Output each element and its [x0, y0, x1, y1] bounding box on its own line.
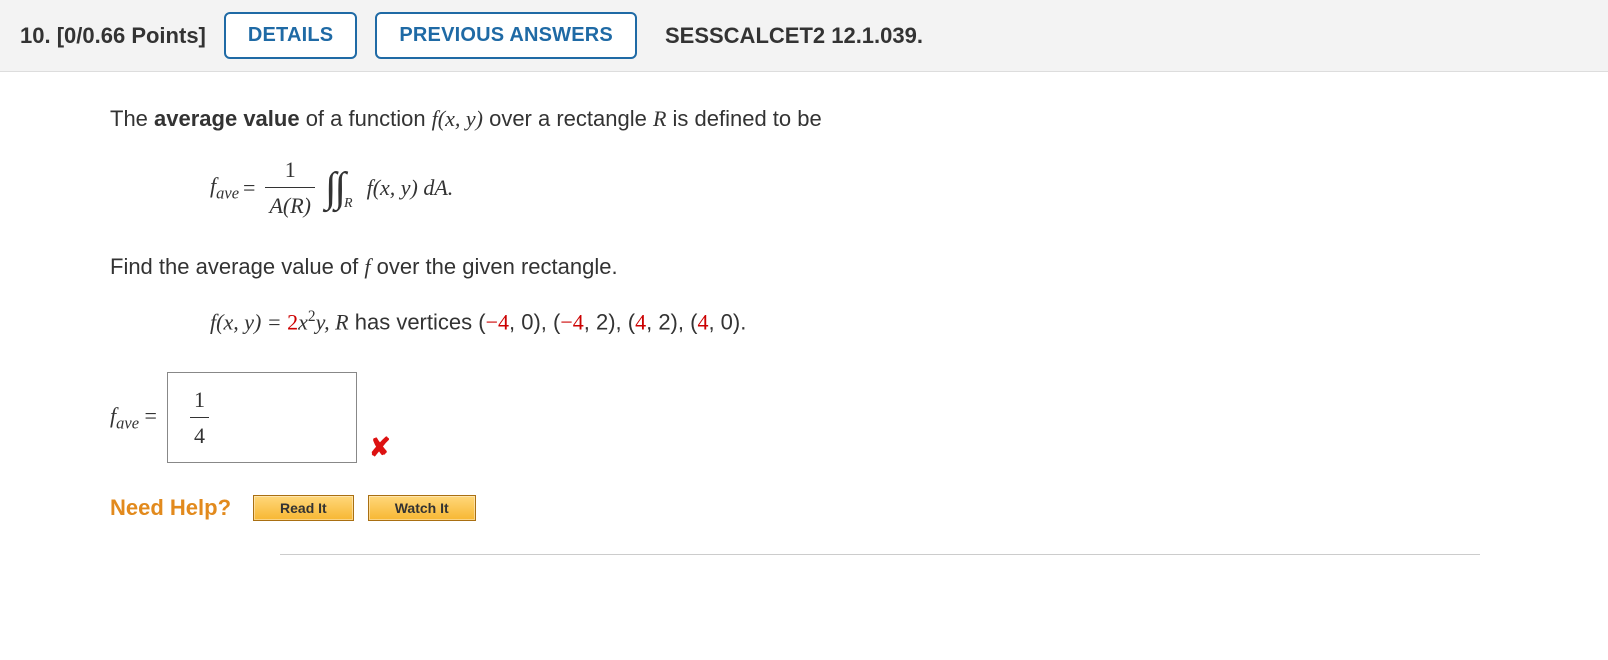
y: y	[316, 309, 325, 334]
numerator: 1	[190, 383, 209, 416]
coeff: 2	[287, 309, 298, 334]
denominator: 4	[190, 419, 209, 452]
question-body: The average value of a function f(x, y) …	[0, 72, 1608, 575]
watch-it-button[interactable]: Watch It	[368, 495, 476, 521]
text: over a rectangle	[483, 106, 653, 131]
v3: 4	[635, 309, 646, 334]
read-it-button[interactable]: Read It	[253, 495, 354, 521]
text: is defined to be	[666, 106, 821, 131]
text: over the given rectangle.	[371, 254, 618, 279]
denominator: A(R)	[265, 189, 315, 222]
source-code: SESSCALCET2 12.1.039.	[665, 23, 923, 49]
fraction-bar	[265, 187, 315, 188]
sq: 2	[308, 308, 316, 325]
fraction-bar	[190, 417, 209, 418]
need-help-label: Need Help?	[110, 491, 231, 524]
answer-fraction: 1 4	[190, 383, 209, 452]
fxy: f(x, y)	[432, 106, 483, 131]
incorrect-icon: ✘	[369, 428, 391, 467]
sub-ave: ave	[216, 183, 239, 202]
divider	[280, 554, 1480, 555]
R: R	[653, 106, 666, 131]
v4: 4	[697, 309, 708, 334]
function-and-rectangle: f(x, y) = 2x2y, R has vertices (−4, 0), …	[210, 305, 1508, 338]
intro-line: The average value of a function f(x, y) …	[110, 102, 1508, 135]
answer-input[interactable]: 1 4	[167, 372, 357, 463]
v1: −4	[486, 309, 509, 334]
formula: fave = 1 A(R) ∫ ∫ R f(x, y) dA.	[210, 153, 1508, 222]
fave-label: fave =	[110, 399, 157, 436]
average-value-bold: average value	[154, 106, 300, 131]
rect-pre: , R has vertices (	[324, 309, 485, 334]
text: Find the average value of	[110, 254, 364, 279]
integral-region: R	[344, 193, 353, 214]
text: The	[110, 106, 154, 131]
help-row: Need Help? Read It Watch It	[110, 491, 1508, 524]
prompt-line: Find the average value of f over the giv…	[110, 250, 1508, 283]
fxy-eq: f(x, y) =	[210, 309, 287, 334]
question-number: 10.	[20, 23, 51, 48]
question-number-points: 10. [0/0.66 Points]	[20, 23, 206, 49]
v2: −4	[560, 309, 583, 334]
text: of a function	[300, 106, 432, 131]
details-button[interactable]: DETAILS	[224, 12, 357, 59]
text: , 0).	[708, 309, 746, 334]
previous-answers-button[interactable]: PREVIOUS ANSWERS	[375, 12, 637, 59]
question-header: 10. [0/0.66 Points] DETAILS PREVIOUS ANS…	[0, 0, 1608, 72]
one-over-area: 1 A(R)	[265, 153, 315, 222]
text: , 2), (	[646, 309, 697, 334]
points: [0/0.66 Points]	[57, 23, 206, 48]
integrand: f(x, y) dA.	[367, 171, 454, 204]
equals: =	[243, 171, 255, 204]
eq: =	[139, 403, 157, 428]
text: , 0), (	[509, 309, 560, 334]
fave-lhs: fave	[210, 169, 239, 206]
numerator: 1	[281, 153, 300, 186]
x: x	[298, 309, 308, 334]
text: , 2), (	[584, 309, 635, 334]
sub-ave: ave	[116, 414, 139, 433]
answer-row: fave = 1 4 ✘	[110, 372, 1508, 463]
